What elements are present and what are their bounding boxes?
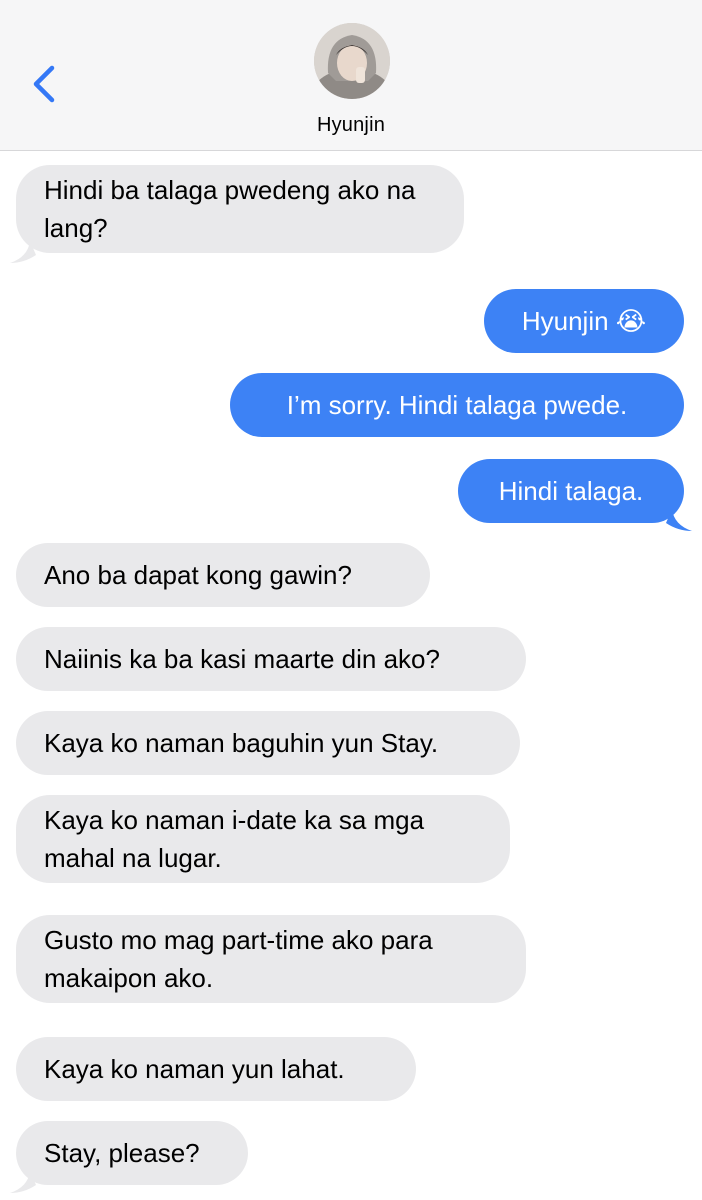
bubble-tail [10, 241, 36, 263]
chevron-left-icon [33, 65, 55, 103]
conversation-header: Hyunjin [0, 0, 702, 151]
message-text: Hyunjin 😭 [521, 306, 647, 336]
incoming-message[interactable]: Hindi ba talaga pwedeng ako na lang? [16, 165, 464, 253]
incoming-message[interactable]: Kaya ko naman i-date ka sa mga mahal na … [16, 795, 510, 883]
bubble-tail [10, 1171, 36, 1193]
message-thread: Hindi ba talaga pwedeng ako na lang? Hyu… [0, 151, 702, 1200]
incoming-message[interactable]: Naiinis ka ba kasi maarte din ako? [16, 627, 526, 691]
incoming-message[interactable]: Gusto mo mag part-time ako para makaipon… [16, 915, 526, 1003]
message-text: Stay, please? [44, 1138, 200, 1168]
message-text: I’m sorry. Hindi talaga pwede. [286, 390, 628, 420]
outgoing-message[interactable]: Hyunjin 😭 [484, 289, 684, 353]
incoming-message[interactable]: Stay, please? [16, 1121, 248, 1185]
incoming-message[interactable]: Ano ba dapat kong gawin? [16, 543, 430, 607]
incoming-message[interactable]: Kaya ko naman yun lahat. [16, 1037, 416, 1101]
message-text: Ano ba dapat kong gawin? [44, 560, 352, 590]
message-text: Kaya ko naman baguhin yun Stay. [44, 728, 439, 758]
outgoing-message[interactable]: Hindi talaga. [458, 459, 684, 523]
message-text: Kaya ko naman i-date ka sa mga mahal na … [44, 805, 425, 873]
outgoing-message[interactable]: I’m sorry. Hindi talaga pwede. [230, 373, 684, 437]
message-text: Hindi talaga. [498, 476, 644, 506]
back-button[interactable] [28, 62, 62, 106]
bubble-tail [666, 509, 692, 531]
incoming-message[interactable]: Kaya ko naman baguhin yun Stay. [16, 711, 520, 775]
message-text: Naiinis ka ba kasi maarte din ako? [44, 644, 440, 674]
message-text: Hindi ba talaga pwedeng ako na lang? [44, 175, 416, 243]
contact-name[interactable]: Hyunjin [0, 114, 702, 137]
avatar[interactable] [314, 23, 390, 99]
message-text: Gusto mo mag part-time ako para makaipon… [44, 925, 433, 993]
message-text: Kaya ko naman yun lahat. [44, 1054, 345, 1084]
